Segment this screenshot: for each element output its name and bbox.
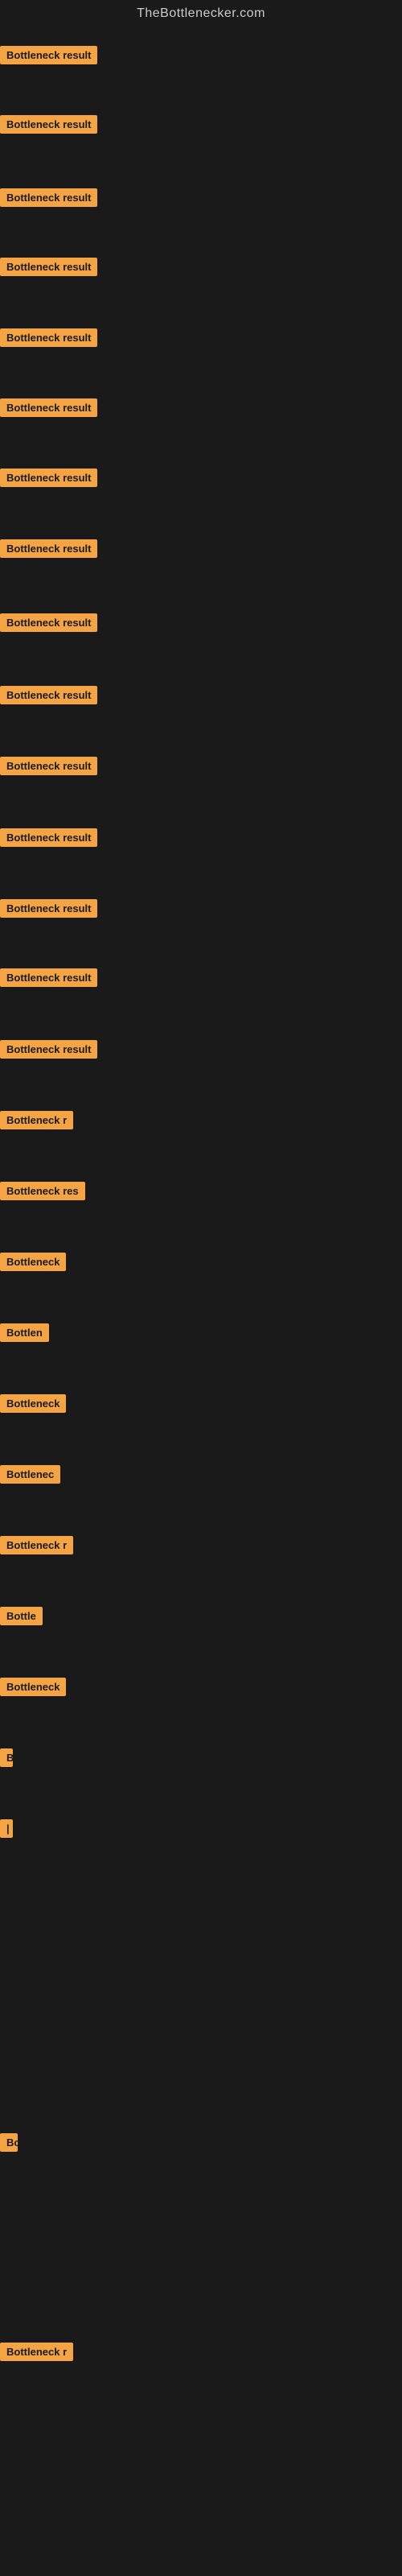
bottleneck-badge[interactable]: Bottle [0, 1607, 43, 1625]
bottleneck-badge[interactable]: Bottleneck [0, 1394, 66, 1413]
bottleneck-item: Bottleneck r [0, 2343, 73, 2365]
bottleneck-item: Bo [0, 2133, 18, 2156]
bottleneck-badge[interactable]: Bottleneck result [0, 398, 97, 417]
bottleneck-badge[interactable]: Bottleneck result [0, 258, 97, 276]
bottleneck-badge[interactable]: Bottleneck result [0, 828, 97, 847]
bottleneck-item: Bottleneck result [0, 686, 97, 708]
bottleneck-item: Bottleneck result [0, 1040, 97, 1063]
bottleneck-item: Bottlenec [0, 1465, 60, 1488]
bottleneck-badge[interactable]: Bottleneck result [0, 539, 97, 558]
bottleneck-badge[interactable]: Bottleneck result [0, 968, 97, 987]
bottleneck-badge[interactable]: Bottleneck result [0, 46, 97, 64]
bottleneck-item: Bottleneck result [0, 188, 97, 211]
bottleneck-badge[interactable]: Bottleneck [0, 1678, 66, 1696]
bottleneck-badge[interactable]: Bo [0, 2133, 18, 2152]
bottleneck-item: Bottleneck result [0, 328, 97, 351]
bottleneck-badge[interactable]: Bottleneck result [0, 613, 97, 632]
bottleneck-item: B [0, 1748, 13, 1771]
bottleneck-item: Bottleneck r [0, 1536, 73, 1558]
bottleneck-item: Bottleneck r [0, 1111, 73, 1133]
bottleneck-item: Bottleneck [0, 1253, 66, 1275]
bottleneck-badge[interactable]: Bottleneck result [0, 469, 97, 487]
bottleneck-item: Bottleneck result [0, 968, 97, 991]
bottleneck-item: Bottleneck [0, 1394, 66, 1417]
bottleneck-badge[interactable]: | [0, 1819, 13, 1838]
bottleneck-badge[interactable]: B [0, 1748, 13, 1767]
bottleneck-badge[interactable]: Bottleneck r [0, 1536, 73, 1554]
bottleneck-badge[interactable]: Bottleneck res [0, 1182, 85, 1200]
bottleneck-badge[interactable]: Bottleneck r [0, 1111, 73, 1129]
bottleneck-badge[interactable]: Bottlen [0, 1323, 49, 1342]
bottleneck-item: Bottleneck result [0, 613, 97, 636]
bottleneck-badge[interactable]: Bottlenec [0, 1465, 60, 1484]
bottleneck-badge[interactable]: Bottleneck r [0, 2343, 73, 2361]
bottleneck-item: Bottleneck result [0, 46, 97, 68]
bottleneck-item: Bottleneck result [0, 539, 97, 562]
bottleneck-badge[interactable]: Bottleneck result [0, 1040, 97, 1059]
bottleneck-item: Bottlen [0, 1323, 49, 1346]
bottleneck-badge[interactable]: Bottleneck result [0, 757, 97, 775]
bottleneck-item: Bottleneck result [0, 115, 97, 138]
bottleneck-item: Bottleneck res [0, 1182, 85, 1204]
bottleneck-item: Bottle [0, 1607, 43, 1629]
bottleneck-item: Bottleneck result [0, 828, 97, 851]
bottleneck-item: Bottleneck result [0, 757, 97, 779]
bottleneck-badge[interactable]: Bottleneck result [0, 686, 97, 704]
bottleneck-badge[interactable]: Bottleneck result [0, 328, 97, 347]
bottleneck-item: Bottleneck result [0, 398, 97, 421]
bottleneck-badge[interactable]: Bottleneck [0, 1253, 66, 1271]
bottleneck-item: Bottleneck [0, 1678, 66, 1700]
site-header: TheBottlenecker.com [0, 0, 402, 27]
bottleneck-badge[interactable]: Bottleneck result [0, 188, 97, 207]
bottleneck-badge[interactable]: Bottleneck result [0, 115, 97, 134]
bottleneck-item: Bottleneck result [0, 899, 97, 922]
bottleneck-item: Bottleneck result [0, 258, 97, 280]
bottleneck-badge[interactable]: Bottleneck result [0, 899, 97, 918]
bottleneck-item: | [0, 1819, 13, 1842]
site-title: TheBottlenecker.com [0, 0, 402, 27]
bottleneck-item: Bottleneck result [0, 469, 97, 491]
